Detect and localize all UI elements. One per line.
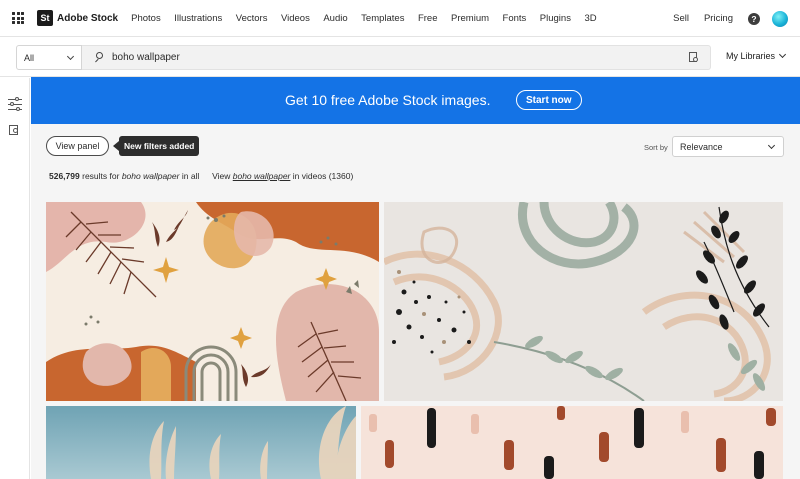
visual-search-icon[interactable] [688, 52, 700, 64]
nav-link-templates[interactable]: Templates [361, 13, 404, 24]
logo-text: Adobe Stock [57, 12, 119, 24]
libraries-icon[interactable] [9, 124, 21, 136]
search-scope-dropdown[interactable]: All [16, 45, 82, 70]
promo-banner-text: Get 10 free Adobe Stock images. [285, 92, 491, 108]
nav-link-pricing[interactable]: Pricing [704, 13, 733, 24]
chevron-down-icon [778, 50, 787, 59]
adobe-stock-logo[interactable]: St Adobe Stock [37, 10, 118, 26]
thumbnail-boho-brush-strokes[interactable] [361, 406, 783, 479]
apps-grid-icon[interactable] [12, 12, 24, 24]
search-box [82, 45, 711, 70]
nav-link-fonts[interactable]: Fonts [503, 13, 527, 24]
chevron-down-icon [66, 52, 75, 61]
nav-link-illustrations[interactable]: Illustrations [174, 13, 222, 24]
nav-link-photos[interactable]: Photos [131, 13, 161, 24]
top-navigation: St Adobe Stock Photos Illustrations Vect… [0, 0, 800, 37]
avatar[interactable] [772, 10, 788, 27]
my-libraries-button[interactable]: My Libraries [726, 50, 787, 61]
start-now-button[interactable]: Start now [516, 90, 582, 110]
logo-mark: St [37, 10, 53, 26]
nav-link-audio[interactable]: Audio [323, 13, 347, 24]
nav-links: Photos Illustrations Vectors Videos Audi… [131, 13, 610, 24]
sort-select[interactable]: Relevance [672, 136, 784, 157]
nav-link-vectors[interactable]: Vectors [236, 13, 268, 24]
nav-link-videos[interactable]: Videos [281, 13, 310, 24]
chevron-down-icon [767, 141, 776, 150]
results-scope-text: in all [181, 171, 200, 181]
search-input[interactable] [112, 52, 652, 63]
nav-link-plugins[interactable]: Plugins [540, 13, 571, 24]
thumbnail-boho-abstract-pink[interactable] [46, 202, 379, 401]
thumbnail-pampas-grass[interactable] [46, 406, 356, 479]
thumbnail-boho-abstract-sage[interactable] [384, 202, 783, 401]
search-icon[interactable] [94, 52, 105, 63]
view-panel-button[interactable]: View panel [46, 136, 109, 156]
nav-link-3d[interactable]: 3D [584, 13, 596, 24]
sort-by-label: Sort by [644, 143, 668, 152]
video-results-link[interactable]: boho wallpaper [233, 171, 291, 181]
search-bar-row: All My Libraries [0, 37, 800, 77]
promo-banner: Get 10 free Adobe Stock images. Start no… [31, 77, 800, 124]
help-icon[interactable]: ? [748, 12, 760, 25]
results-count: 526,799 [49, 171, 80, 181]
search-scope-value: All [24, 52, 35, 63]
results-summary: 526,799 results for boho wallpaper in al… [49, 171, 353, 181]
video-results-text: in videos [292, 171, 327, 181]
results-query: boho wallpaper [121, 171, 180, 181]
nav-link-free[interactable]: Free [418, 13, 438, 24]
view-label: View [212, 171, 231, 181]
sort-select-value: Relevance [680, 141, 723, 152]
filter-icon[interactable] [8, 97, 22, 111]
nav-link-sell[interactable]: Sell [673, 13, 689, 24]
nav-right: Sell Pricing ? [673, 0, 788, 37]
nav-link-premium[interactable]: Premium [451, 13, 489, 24]
my-libraries-label: My Libraries [726, 51, 776, 61]
new-filters-tooltip: New filters added [119, 136, 200, 156]
video-results-count: (1360) [328, 171, 354, 181]
results-mid-text: results for [82, 171, 120, 181]
left-sidebar [0, 78, 30, 479]
